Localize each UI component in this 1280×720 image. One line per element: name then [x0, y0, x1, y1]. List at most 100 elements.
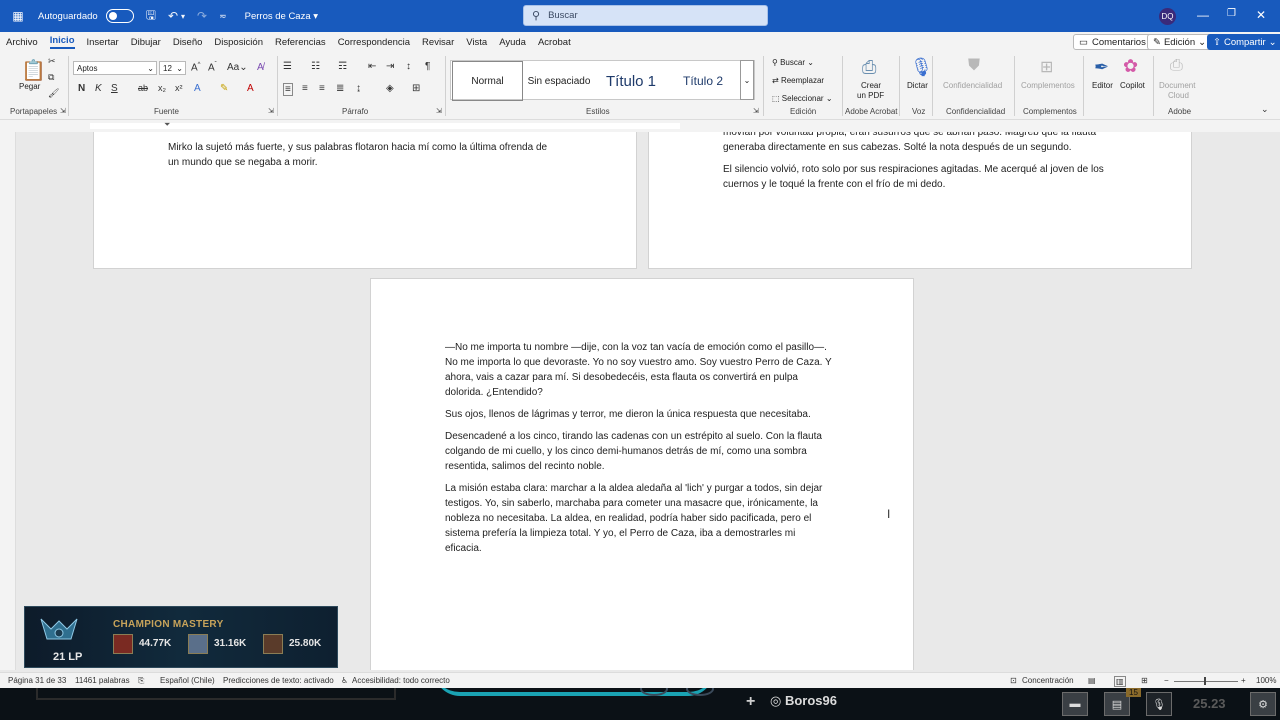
- focus-mode[interactable]: Concentración: [1022, 676, 1074, 685]
- vertical-ruler[interactable]: [0, 132, 16, 670]
- shrink-font-icon[interactable]: Aˇ: [208, 62, 217, 73]
- print-layout-icon[interactable]: ▥: [1114, 676, 1126, 687]
- editor-icon[interactable]: ✒: [1094, 57, 1109, 78]
- dictate-label[interactable]: Dictar: [907, 81, 928, 90]
- sort-icon[interactable]: ↕: [406, 61, 411, 72]
- select-button[interactable]: ⬚ Seleccionar ⌄: [772, 94, 833, 103]
- copilot-icon[interactable]: ✿: [1123, 56, 1138, 77]
- editing-mode-button[interactable]: ✎ Edición ⌄: [1147, 34, 1213, 50]
- format-painter-icon[interactable]: 🖌: [48, 88, 59, 99]
- editor-label[interactable]: Editor: [1092, 81, 1113, 90]
- increase-indent-icon[interactable]: ⇥: [386, 61, 394, 72]
- tab-dibujar[interactable]: Dibujar: [131, 37, 161, 48]
- search-input[interactable]: ⚲ Buscar: [523, 5, 768, 26]
- word-count[interactable]: 11461 palabras: [75, 676, 130, 685]
- microphone-icon[interactable]: 🎙: [910, 57, 933, 78]
- text-predictions[interactable]: Predicciones de texto: activado: [223, 676, 334, 685]
- tab-diseno[interactable]: Diseño: [173, 37, 203, 48]
- comments-button[interactable]: ▭ Comentarios: [1073, 34, 1152, 50]
- align-center-icon[interactable]: ≡: [302, 83, 308, 94]
- add-friend-icon[interactable]: +: [746, 693, 755, 711]
- bullets-icon[interactable]: ☰: [283, 61, 292, 72]
- justify-icon[interactable]: ≣: [336, 83, 344, 94]
- create-pdf-label-2[interactable]: un PDF: [857, 91, 884, 100]
- restore-icon[interactable]: ❐: [1227, 8, 1236, 19]
- tab-disposicion[interactable]: Disposición: [214, 37, 263, 48]
- create-pdf-icon[interactable]: ⎙: [862, 57, 876, 78]
- save-icon[interactable]: 🖫: [146, 6, 156, 27]
- borders-icon[interactable]: ⊞: [412, 83, 420, 94]
- tab-acrobat[interactable]: Acrobat: [538, 37, 571, 48]
- replace-button[interactable]: ⇄ Reemplazar: [772, 76, 824, 85]
- subscript-icon[interactable]: x₂: [158, 83, 166, 93]
- chat-icon[interactable]: ▬: [1062, 692, 1088, 716]
- clear-formatting-icon[interactable]: A̸: [257, 62, 264, 73]
- underline-icon[interactable]: S: [111, 83, 118, 94]
- accessibility-status[interactable]: Accesibilidad: todo correcto: [352, 676, 450, 685]
- zoom-in-icon[interactable]: +: [1241, 676, 1246, 685]
- grow-font-icon[interactable]: A^: [191, 62, 201, 73]
- tab-inicio[interactable]: Inicio: [49, 35, 75, 49]
- superscript-icon[interactable]: x²: [175, 83, 183, 93]
- decrease-indent-icon[interactable]: ⇤: [368, 61, 376, 72]
- tab-archivo[interactable]: Archivo: [6, 37, 38, 48]
- zoom-slider-thumb[interactable]: [1204, 677, 1206, 685]
- horizontal-ruler[interactable]: ⏷: [0, 120, 1280, 132]
- chevron-down-icon[interactable]: ▾: [181, 12, 185, 21]
- text-effects-icon[interactable]: A: [194, 83, 201, 94]
- multilevel-list-icon[interactable]: ☶: [338, 61, 347, 72]
- style-heading-1[interactable]: Título 1: [595, 61, 667, 101]
- read-mode-icon[interactable]: ▤: [1088, 676, 1096, 685]
- customize-toolbar-icon[interactable]: ≂: [219, 11, 227, 22]
- proofing-icon[interactable]: ⎘: [138, 676, 144, 686]
- align-right-icon[interactable]: ≡: [319, 83, 325, 94]
- dialog-launcher-icon[interactable]: ⇲: [753, 107, 759, 115]
- zoom-out-icon[interactable]: −: [1164, 676, 1169, 685]
- word-icon[interactable]: ▦: [10, 8, 26, 24]
- font-size-select[interactable]: 12 ⌄: [159, 61, 186, 75]
- pilcrow-icon[interactable]: ¶: [425, 61, 430, 72]
- tab-insertar[interactable]: Insertar: [87, 37, 119, 48]
- settings-icon[interactable]: ⚙: [1250, 692, 1276, 716]
- tab-vista[interactable]: Vista: [466, 37, 487, 48]
- highlight-icon[interactable]: ✎: [220, 83, 228, 94]
- tab-correspondencia[interactable]: Correspondencia: [338, 37, 410, 48]
- player-name[interactable]: ◎ Boros96: [770, 693, 837, 709]
- style-normal[interactable]: Normal: [452, 61, 523, 101]
- style-no-spacing[interactable]: Sin espaciado: [525, 61, 593, 101]
- change-case-icon[interactable]: Aa⌄: [227, 62, 248, 73]
- minimize-icon[interactable]: —: [1197, 8, 1209, 22]
- web-layout-icon[interactable]: ⊞: [1141, 676, 1148, 685]
- copy-icon[interactable]: ⧉: [48, 72, 54, 83]
- document-title[interactable]: Perros de Caza ▾: [245, 11, 318, 22]
- styles-more-button[interactable]: ⌄: [740, 60, 754, 100]
- voice-icon[interactable]: 🎙: [1146, 692, 1172, 716]
- copilot-label[interactable]: Copilot: [1120, 81, 1145, 90]
- undo-icon[interactable]: ↶: [168, 9, 178, 23]
- indent-marker-icon[interactable]: ⏷: [164, 120, 170, 130]
- zoom-level[interactable]: 100%: [1256, 676, 1276, 685]
- bold-icon[interactable]: N: [78, 83, 85, 94]
- style-heading-2[interactable]: Título 2: [669, 61, 737, 101]
- page-left[interactable]: Mirko la sujetó más fuerte, y sus palabr…: [93, 132, 637, 269]
- cut-icon[interactable]: ✂: [48, 56, 56, 67]
- dialog-launcher-icon[interactable]: ⇲: [60, 107, 66, 115]
- page-main[interactable]: —No me importa tu nombre —dije, con la v…: [370, 278, 914, 670]
- italic-icon[interactable]: K: [95, 83, 102, 94]
- strikethrough-icon[interactable]: ab: [138, 83, 148, 93]
- close-icon[interactable]: ✕: [1256, 8, 1266, 22]
- line-spacing-icon[interactable]: ↨: [356, 83, 361, 94]
- share-button[interactable]: ⇪ Compartir ⌄: [1207, 34, 1280, 50]
- font-color-icon[interactable]: A: [247, 83, 254, 94]
- tab-referencias[interactable]: Referencias: [275, 37, 326, 48]
- autosave-toggle[interactable]: [105, 9, 134, 23]
- clipboard-icon[interactable]: 📋: [21, 58, 46, 83]
- avatar[interactable]: DQ: [1159, 8, 1176, 25]
- redo-icon[interactable]: ↷: [197, 9, 207, 23]
- collapse-ribbon-icon[interactable]: ⌄: [1261, 104, 1269, 115]
- find-button[interactable]: ⚲ Buscar ⌄: [772, 58, 814, 67]
- dialog-launcher-icon[interactable]: ⇲: [268, 107, 274, 115]
- tab-revisar[interactable]: Revisar: [422, 37, 454, 48]
- numbering-icon[interactable]: ☷: [311, 61, 320, 72]
- page-count[interactable]: Página 31 de 33: [8, 676, 66, 685]
